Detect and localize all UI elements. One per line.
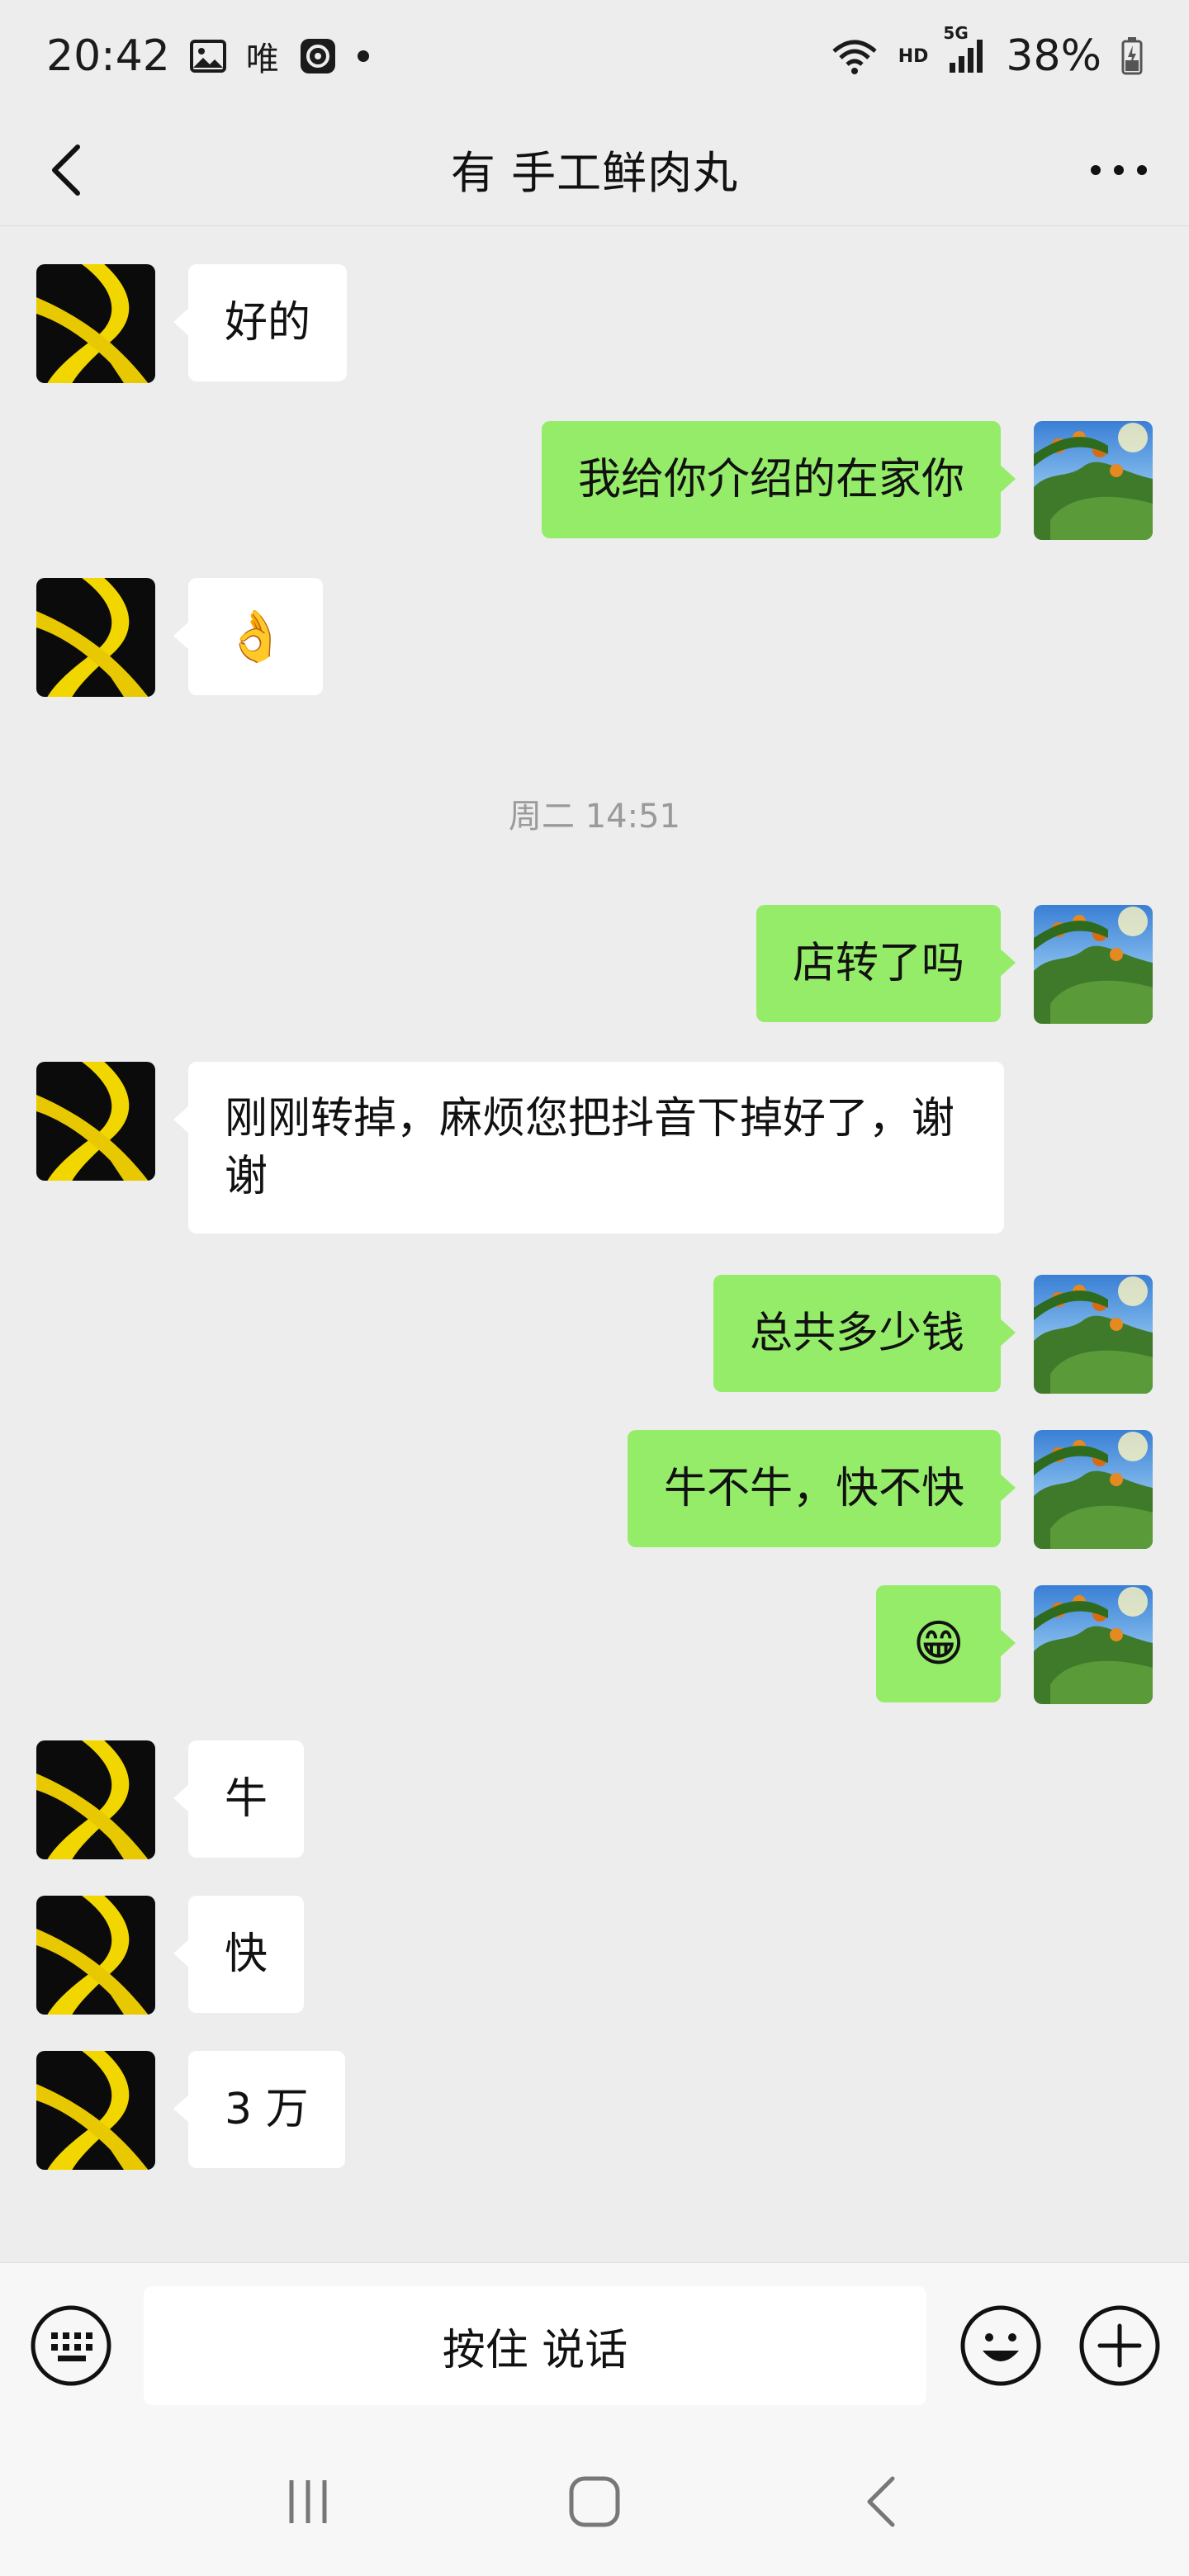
input-bar: 按住 说话: [0, 2262, 1189, 2427]
notification-dot-icon: [357, 50, 370, 63]
home-button[interactable]: [545, 2452, 644, 2551]
status-left: 20:42 唯: [46, 31, 370, 81]
signal-icon: 5G: [943, 23, 986, 74]
received-message-bubble[interactable]: 刚刚转掉，麻烦您把抖音下掉好了，谢谢: [173, 1062, 1004, 1234]
status-time: 20:42: [46, 31, 170, 81]
contact-avatar[interactable]: [36, 264, 155, 383]
carrier-text: 唯: [245, 40, 279, 78]
sent-message-bubble[interactable]: 😁: [876, 1585, 1016, 1702]
more-options-button[interactable]: [1082, 129, 1156, 211]
battery-percent: 38%: [1006, 31, 1101, 81]
contact-avatar[interactable]: [36, 578, 155, 697]
recent-apps-icon: [289, 2480, 327, 2523]
chat-header: 有 手工鲜肉丸: [0, 112, 1189, 226]
emoji-button[interactable]: [958, 2303, 1044, 2389]
chat-title: 有 手工鲜肉丸: [450, 147, 739, 199]
received-message-bubble[interactable]: 快: [173, 1896, 305, 2013]
chat-message-list[interactable]: 好的 我给你介绍的在家你 👌 周二 14:51 店转了吗 刚刚转掉，麻烦您把抖音…: [0, 226, 1189, 2262]
system-back-button[interactable]: [831, 2452, 931, 2551]
my-avatar[interactable]: [1034, 1585, 1153, 1704]
recent-apps-button[interactable]: [258, 2452, 358, 2551]
received-message-bubble[interactable]: 好的: [173, 264, 348, 381]
my-avatar[interactable]: [1034, 421, 1153, 540]
smiley-icon: [960, 2305, 1041, 2386]
contact-avatar[interactable]: [36, 1062, 155, 1181]
battery-charging-icon: [1121, 37, 1143, 75]
gallery-icon: [189, 40, 226, 73]
my-avatar[interactable]: [1034, 1430, 1153, 1549]
network-5g-label: 5G: [943, 23, 969, 43]
more-functions-button[interactable]: [1077, 2303, 1163, 2389]
sent-message-bubble[interactable]: 总共多少钱: [713, 1275, 1016, 1392]
network-hd-label: HD: [898, 45, 929, 67]
status-bar: 20:42 唯 HD 5G 38%: [0, 0, 1189, 112]
sent-message-bubble[interactable]: 店转了吗: [756, 905, 1016, 1022]
timestamp-divider: 周二 14:51: [509, 798, 680, 836]
received-message-bubble[interactable]: 3 万: [173, 2051, 345, 2168]
received-message-bubble[interactable]: 牛: [173, 1740, 305, 1858]
keyboard-toggle-button[interactable]: [28, 2303, 114, 2389]
plus-icon: [1079, 2305, 1160, 2386]
back-button[interactable]: [36, 129, 96, 211]
received-message-bubble[interactable]: 👌: [173, 578, 323, 695]
contact-avatar[interactable]: [36, 2051, 155, 2170]
sent-message-bubble[interactable]: 我给你介绍的在家你: [541, 421, 1016, 538]
my-avatar[interactable]: [1034, 905, 1153, 1024]
more-icon: [1091, 165, 1147, 175]
chevron-left-icon: [52, 144, 80, 196]
contact-avatar[interactable]: [36, 1896, 155, 2015]
wifi-icon: [831, 36, 879, 76]
system-navigation-bar: [0, 2427, 1189, 2576]
contact-avatar[interactable]: [36, 1740, 155, 1859]
status-right: HD 5G 38%: [831, 23, 1143, 81]
sent-message-bubble[interactable]: 牛不牛，快不快: [627, 1430, 1016, 1547]
keyboard-icon: [31, 2305, 111, 2386]
my-avatar[interactable]: [1034, 1275, 1153, 1394]
back-arrow-icon: [867, 2476, 895, 2527]
home-icon: [569, 2476, 620, 2527]
app-notification-icon: [299, 37, 337, 75]
hold-to-talk-button[interactable]: 按住 说话: [144, 2286, 926, 2405]
